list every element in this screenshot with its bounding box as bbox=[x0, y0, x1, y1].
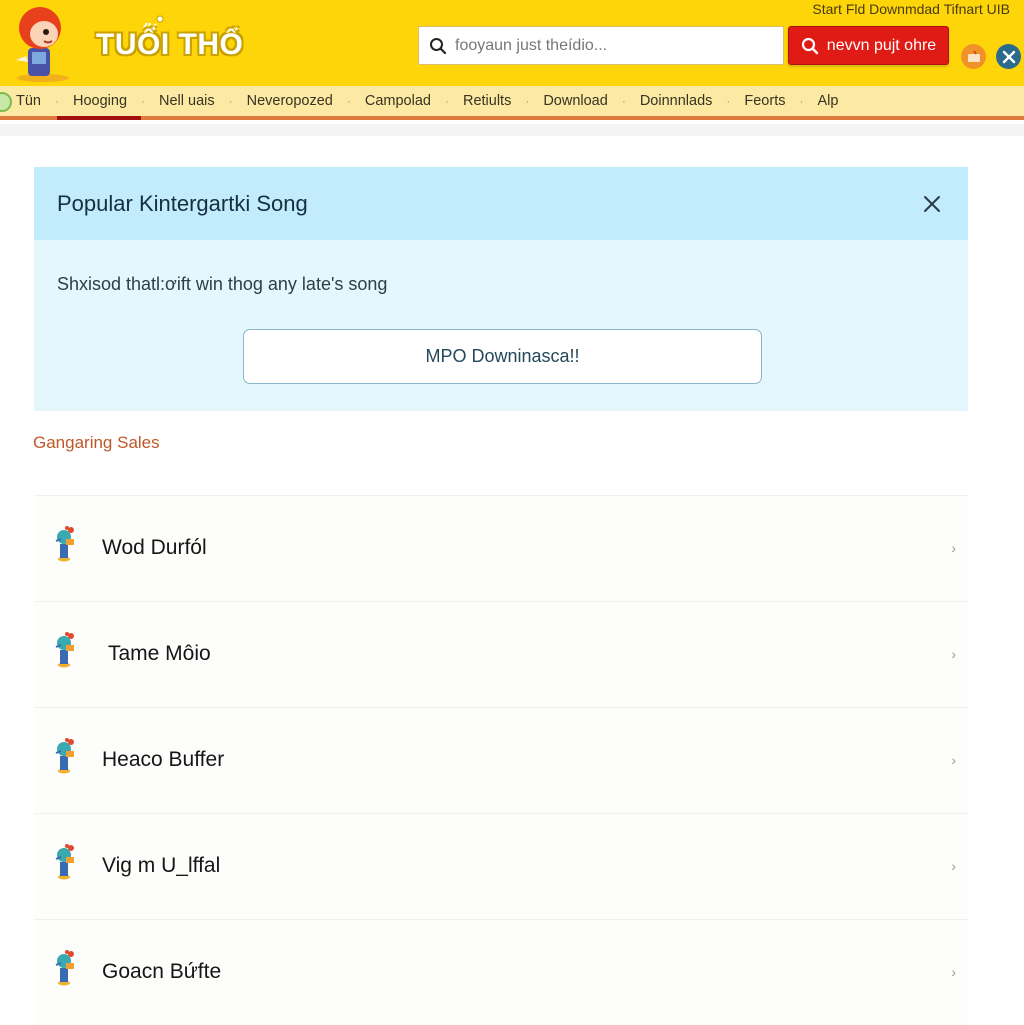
song-list: Wod Durfól › Tame Môio › Heaco Buffer › bbox=[34, 495, 968, 1025]
search-box[interactable] bbox=[418, 26, 784, 65]
section-heading: Gangaring Sales bbox=[33, 433, 160, 452]
site-header: TUỔI THỔ Start Fld Downmdad Tifnart UIB … bbox=[0, 0, 1024, 86]
nav-item-feorts[interactable]: Feorts bbox=[744, 86, 785, 116]
nav-separator: · bbox=[799, 94, 804, 108]
search-icon bbox=[801, 37, 818, 54]
tools-glyph bbox=[1002, 50, 1015, 63]
nav-item-download[interactable]: Download bbox=[543, 86, 608, 116]
nav-separator: · bbox=[346, 94, 351, 108]
gift-icon[interactable] bbox=[961, 44, 986, 69]
nav-item-nell-uais[interactable]: Nell uais bbox=[159, 86, 215, 116]
nav-item-tun[interactable]: Tün bbox=[16, 86, 41, 116]
card-description: Shxisod thatl:ơift win thog any late's s… bbox=[57, 274, 388, 294]
mp3-download-button[interactable]: MPO Downinasca!! bbox=[243, 329, 762, 384]
chevron-right-icon: › bbox=[951, 964, 956, 980]
nav-separator: · bbox=[228, 94, 233, 108]
mascot-logo-icon[interactable] bbox=[10, 2, 76, 82]
kid-character-icon bbox=[55, 526, 74, 562]
main-nav: Tün · Hooging · Nell uais · Neveropozed … bbox=[0, 86, 1024, 120]
card-header: Popular Kintergartki Song bbox=[34, 167, 968, 240]
list-item[interactable]: Tame Môio › bbox=[34, 601, 968, 707]
chevron-right-icon: › bbox=[951, 540, 956, 556]
nav-item-neveropozed[interactable]: Neveropozed bbox=[247, 86, 333, 116]
list-item[interactable]: Heaco Buffer › bbox=[34, 707, 968, 813]
list-item[interactable]: Goacn Bứfte › bbox=[34, 919, 968, 1025]
list-item-label: Tame Môio bbox=[108, 642, 211, 665]
nav-separator: · bbox=[141, 94, 146, 108]
kid-character-icon bbox=[55, 950, 74, 986]
list-item-label: Heaco Buffer bbox=[102, 748, 225, 771]
nav-item-alp[interactable]: Alp bbox=[817, 86, 838, 116]
close-icon[interactable] bbox=[922, 194, 942, 214]
list-item-label: Vig m U_lffal bbox=[102, 854, 221, 877]
chevron-right-icon: › bbox=[951, 646, 956, 662]
kid-character-icon bbox=[55, 844, 74, 880]
nav-items: Tün · Hooging · Nell uais · Neveropozed … bbox=[16, 86, 838, 120]
search-input[interactable] bbox=[455, 36, 775, 55]
search-button-label: nevvn pujt ohre bbox=[826, 36, 937, 54]
card-title: Popular Kintergartki Song bbox=[57, 190, 308, 216]
kid-character-icon bbox=[55, 632, 74, 668]
nav-item-hooging[interactable]: Hooging bbox=[56, 86, 142, 120]
nav-separator: · bbox=[621, 94, 626, 108]
top-links[interactable]: Start Fld Downmdad Tifnart UIB bbox=[812, 1, 1010, 17]
chevron-right-icon: › bbox=[951, 858, 956, 874]
list-item[interactable]: Vig m U_lffal › bbox=[34, 813, 968, 919]
kid-character-icon bbox=[55, 738, 74, 774]
list-item-label: Wod Durfól bbox=[102, 536, 207, 559]
nav-item-campolad[interactable]: Campolad bbox=[365, 86, 431, 116]
list-item[interactable]: Wod Durfól › bbox=[34, 495, 968, 601]
nav-separator: · bbox=[726, 94, 731, 108]
nav-item-doinnnlads[interactable]: Doinnnlads bbox=[640, 86, 713, 116]
settings-icon[interactable] bbox=[996, 44, 1021, 69]
popular-songs-card: Popular Kintergartki Song Shxisod thatl:… bbox=[34, 167, 968, 411]
nav-separator: · bbox=[525, 94, 530, 108]
gift-glyph bbox=[967, 50, 980, 62]
nav-separator: · bbox=[55, 94, 59, 108]
globe-icon[interactable] bbox=[0, 92, 12, 112]
list-item-label: Goacn Bứfte bbox=[102, 960, 222, 983]
nav-separator: · bbox=[444, 94, 449, 108]
chevron-right-icon: › bbox=[951, 752, 956, 768]
site-logo[interactable]: TUỔI THỔ bbox=[96, 28, 243, 62]
search-icon bbox=[430, 37, 447, 54]
nav-shadow-strip bbox=[0, 124, 1024, 136]
search-button[interactable]: nevvn pujt ohre bbox=[788, 26, 949, 65]
nav-item-retiults[interactable]: Retiults bbox=[463, 86, 511, 116]
